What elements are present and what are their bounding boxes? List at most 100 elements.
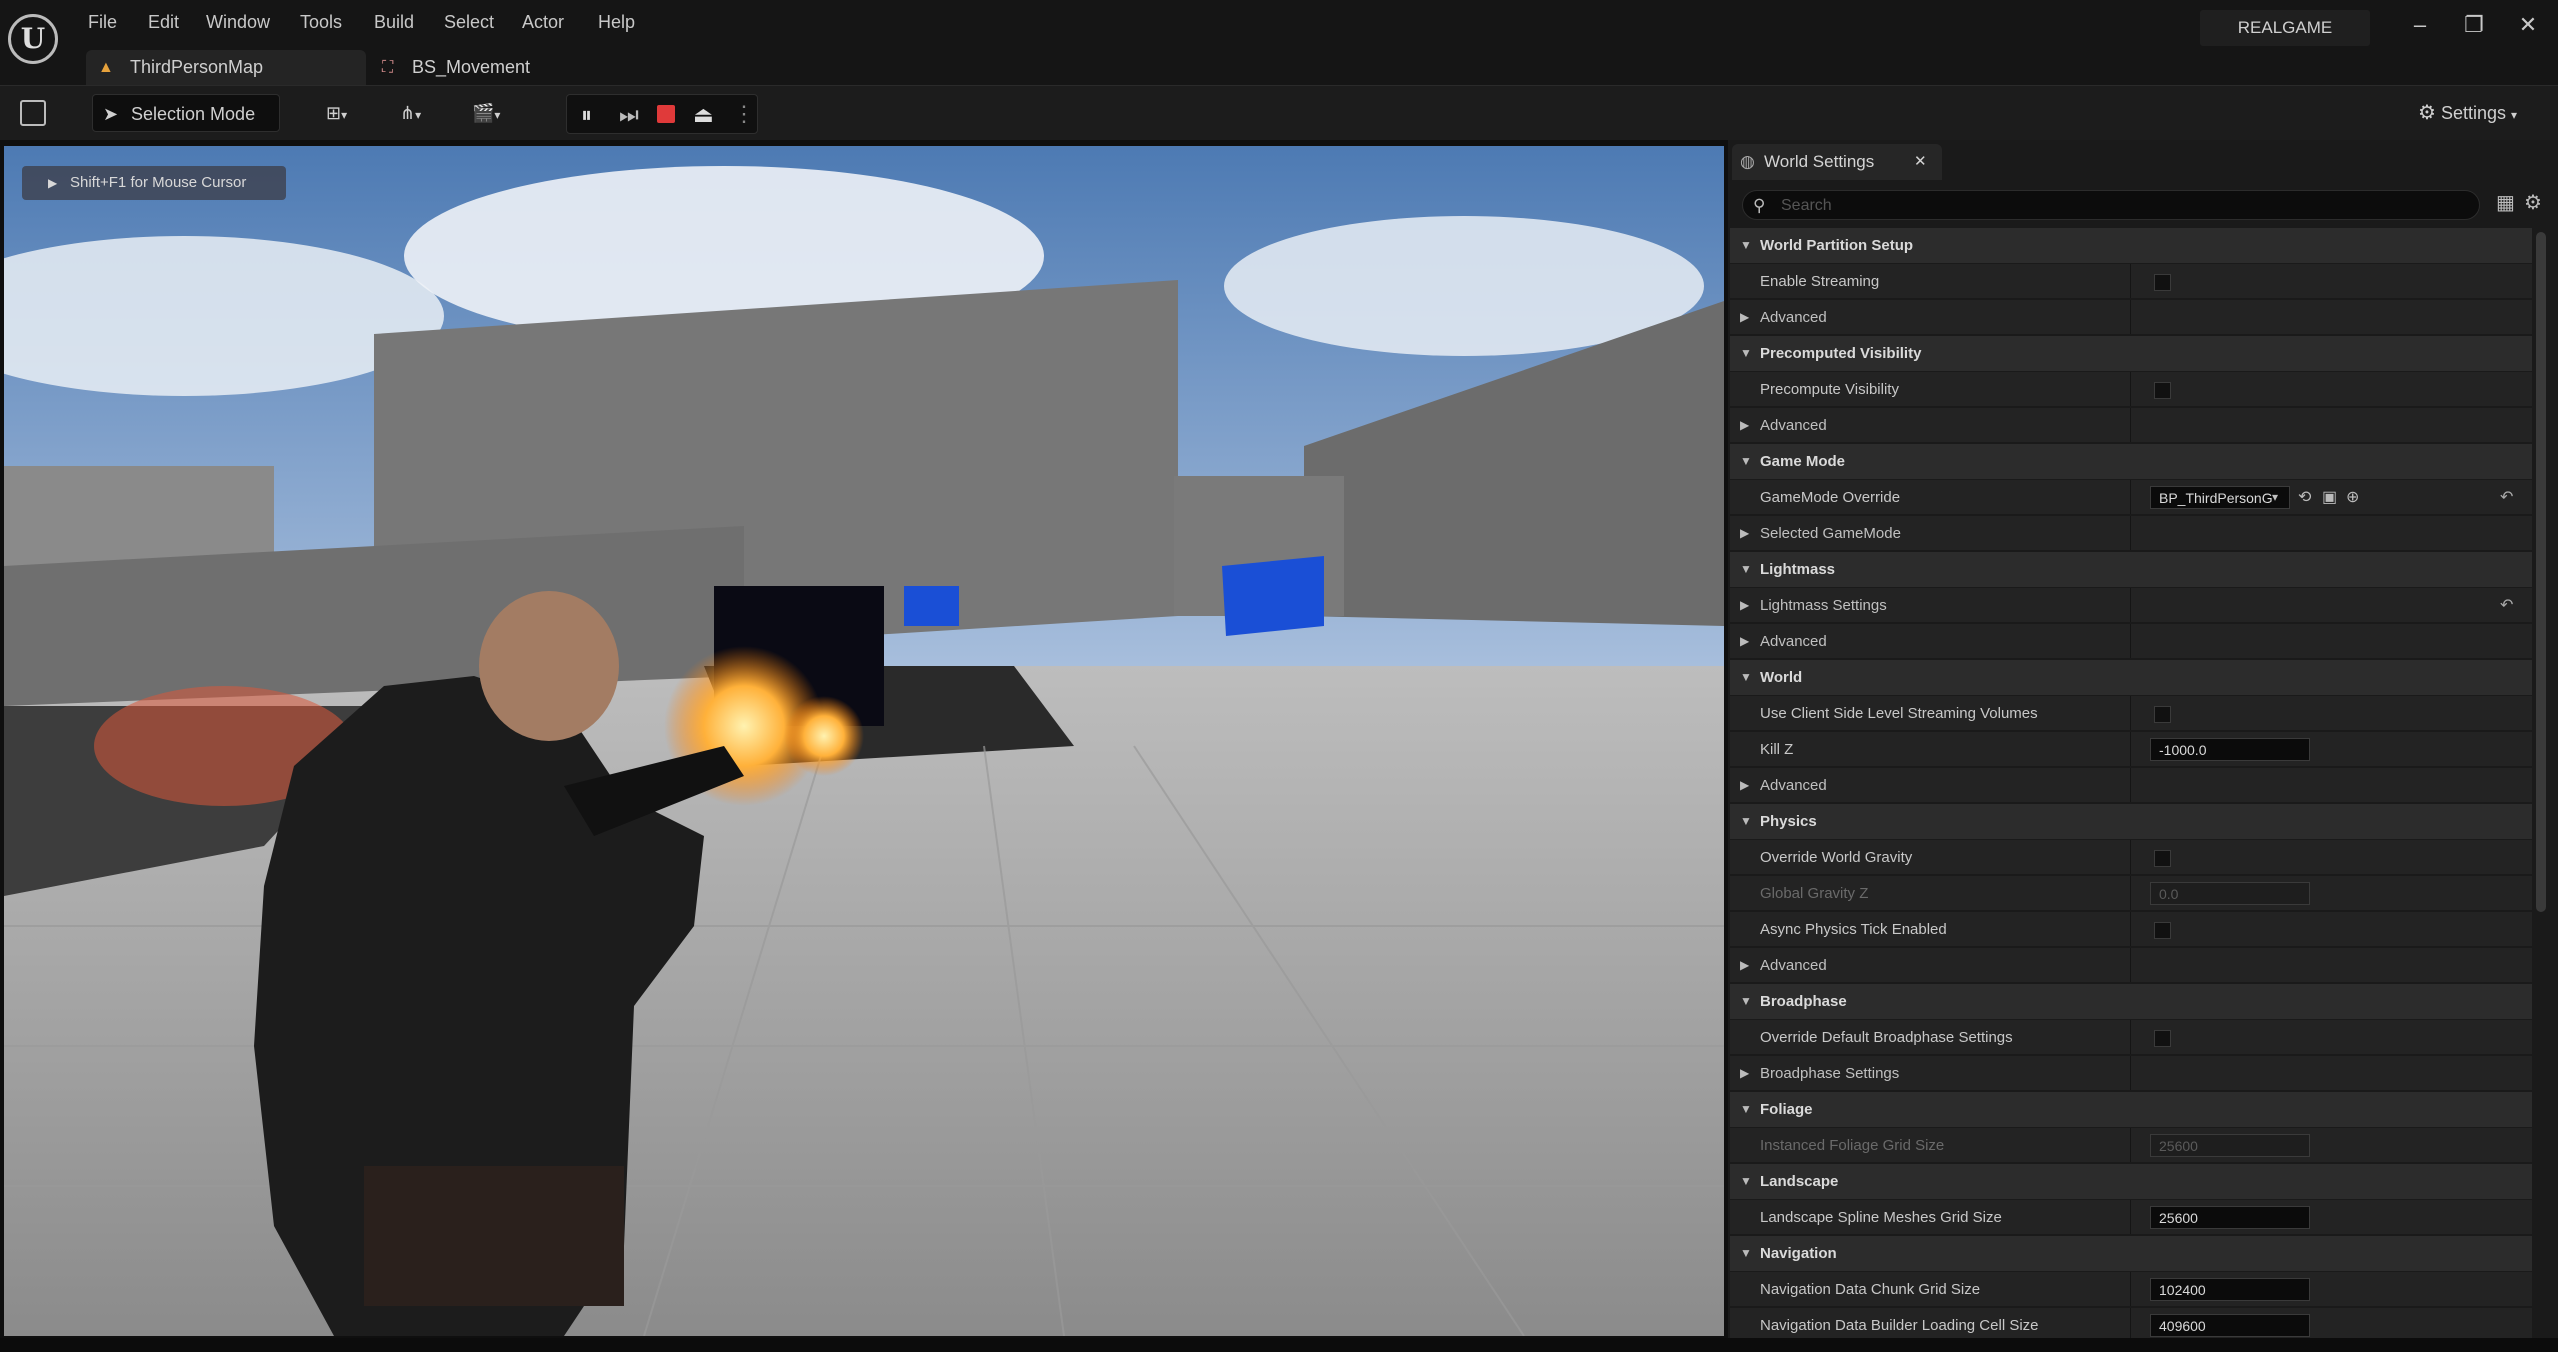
column-splitter[interactable] <box>2130 1020 2131 1054</box>
expand-right-icon[interactable]: ▶ <box>1740 408 1749 443</box>
value-field[interactable]: -1000.0 <box>2150 738 2310 761</box>
property-row[interactable]: ▶ Selected GameMode <box>1730 516 2532 551</box>
save-icon[interactable] <box>20 100 46 126</box>
column-splitter[interactable] <box>2130 696 2131 730</box>
add-actor-icon[interactable]: ⊞▾ <box>326 94 376 132</box>
menu-window[interactable]: Window <box>206 12 270 33</box>
value-field[interactable]: 102400 <box>2150 1278 2310 1301</box>
column-splitter[interactable] <box>2130 300 2131 334</box>
category-row[interactable]: ▼ Game Mode <box>1730 444 2532 479</box>
expand-down-icon[interactable]: ▼ <box>1740 984 1752 1019</box>
column-splitter[interactable] <box>2130 768 2131 802</box>
expand-down-icon[interactable]: ▼ <box>1740 228 1752 263</box>
checkbox[interactable] <box>2154 1030 2171 1047</box>
expand-down-icon[interactable]: ▼ <box>1740 552 1752 587</box>
column-splitter[interactable] <box>2130 480 2131 514</box>
property-row[interactable]: ▶ Broadphase Settings <box>1730 1056 2532 1091</box>
category-row[interactable]: ▼ World <box>1730 660 2532 695</box>
category-row[interactable]: ▼ Precomputed Visibility <box>1730 336 2532 371</box>
menu-select[interactable]: Select <box>444 12 494 33</box>
reset-to-default-icon[interactable]: ↶ <box>2500 588 2513 623</box>
expand-down-icon[interactable]: ▼ <box>1740 804 1752 839</box>
property-row[interactable]: ▶ Advanced <box>1730 948 2532 983</box>
checkbox[interactable] <box>2154 922 2171 939</box>
column-splitter[interactable] <box>2130 588 2131 622</box>
viewport-hint[interactable]: ▶ Shift+F1 for Mouse Cursor <box>22 166 286 200</box>
property-row[interactable]: ▶ Lightmass Settings ↶ <box>1730 588 2532 623</box>
tab-bs-movement[interactable]: ⛶ BS_Movement <box>372 50 592 85</box>
value-field[interactable]: 25600 <box>2150 1206 2310 1229</box>
expand-right-icon[interactable]: ▶ <box>1740 300 1749 335</box>
expand-right-icon[interactable]: ▶ <box>1740 948 1749 983</box>
property-row[interactable]: ▶ Advanced <box>1730 408 2532 443</box>
category-row[interactable]: ▼ Navigation <box>1730 1236 2532 1271</box>
category-row[interactable]: ▼ Broadphase <box>1730 984 2532 1019</box>
column-splitter[interactable] <box>2130 1128 2131 1162</box>
tab-thirdpersonmap[interactable]: ▲ ThirdPersonMap <box>86 50 366 85</box>
column-splitter[interactable] <box>2130 372 2131 406</box>
menu-file[interactable]: File <box>88 12 117 33</box>
more-options-icon[interactable]: ⋮ <box>733 101 755 127</box>
column-splitter[interactable] <box>2130 1200 2131 1234</box>
expand-down-icon[interactable]: ▼ <box>1740 336 1752 371</box>
reset-to-default-icon[interactable]: ↶ <box>2500 480 2513 515</box>
blueprint-icon[interactable]: ⋔▾ <box>400 94 450 132</box>
menu-tools[interactable]: Tools <box>300 12 342 33</box>
column-splitter[interactable] <box>2130 408 2131 442</box>
menu-edit[interactable]: Edit <box>148 12 179 33</box>
pause-icon[interactable]: ⏸ <box>581 102 592 128</box>
value-field[interactable]: 409600 <box>2150 1314 2310 1337</box>
level-viewport[interactable] <box>4 146 1724 1336</box>
expand-right-icon[interactable]: ▶ <box>1740 516 1749 551</box>
menu-help[interactable]: Help <box>598 12 635 33</box>
gamemode-dropdown[interactable]: BP_ThirdPersonG <box>2150 486 2290 509</box>
maximize-icon[interactable]: ❐ <box>2454 12 2494 38</box>
panel-scrollbar[interactable] <box>2536 232 2546 912</box>
gear-icon[interactable]: ⚙ <box>2524 190 2542 215</box>
minimize-icon[interactable]: – <box>2400 12 2440 38</box>
column-splitter[interactable] <box>2130 264 2131 298</box>
column-splitter[interactable] <box>2130 1056 2131 1090</box>
eject-icon[interactable]: ⏏ <box>693 102 714 128</box>
cinematics-icon[interactable]: 🎬▾ <box>472 94 524 132</box>
checkbox[interactable] <box>2154 706 2171 723</box>
column-splitter[interactable] <box>2130 516 2131 550</box>
expand-right-icon[interactable]: ▶ <box>1740 1056 1749 1091</box>
unreal-logo-icon[interactable]: U <box>8 14 58 64</box>
settings-button[interactable]: ⚙ Settings ▾ <box>2418 94 2538 132</box>
property-row[interactable]: ▶ Advanced <box>1730 624 2532 659</box>
tab-world-settings[interactable]: ◍ World Settings ✕ <box>1732 144 1942 180</box>
column-splitter[interactable] <box>2130 948 2131 982</box>
category-row[interactable]: ▼ World Partition Setup <box>1730 228 2532 263</box>
expand-right-icon[interactable]: ▶ <box>1740 588 1749 623</box>
menu-actor[interactable]: Actor <box>522 12 564 33</box>
column-splitter[interactable] <box>2130 732 2131 766</box>
table-view-icon[interactable]: ▦ <box>2496 190 2515 215</box>
category-row[interactable]: ▼ Lightmass <box>1730 552 2532 587</box>
browse-back-icon[interactable]: ⟲ <box>2298 480 2311 515</box>
checkbox[interactable] <box>2154 850 2171 867</box>
close-tab-icon[interactable]: ✕ <box>1914 144 1927 180</box>
expand-down-icon[interactable]: ▼ <box>1740 1236 1752 1271</box>
category-row[interactable]: ▼ Landscape <box>1730 1164 2532 1199</box>
expand-down-icon[interactable]: ▼ <box>1740 1164 1752 1199</box>
category-row[interactable]: ▼ Foliage <box>1730 1092 2532 1127</box>
expand-down-icon[interactable]: ▼ <box>1740 660 1752 695</box>
expand-right-icon[interactable]: ▶ <box>1740 624 1749 659</box>
expand-right-icon[interactable]: ▶ <box>1740 768 1749 803</box>
category-row[interactable]: ▼ Physics <box>1730 804 2532 839</box>
column-splitter[interactable] <box>2130 912 2131 946</box>
column-splitter[interactable] <box>2130 624 2131 658</box>
close-icon[interactable]: ✕ <box>2508 12 2548 38</box>
chevron-down-icon[interactable]: ▾ <box>2272 480 2278 515</box>
column-splitter[interactable] <box>2130 1308 2131 1342</box>
expand-down-icon[interactable]: ▼ <box>1740 444 1752 479</box>
add-icon[interactable]: ⊕ <box>2346 480 2359 515</box>
column-splitter[interactable] <box>2130 840 2131 874</box>
property-row[interactable]: ▶ Advanced <box>1730 300 2532 335</box>
checkbox[interactable] <box>2154 274 2171 291</box>
column-splitter[interactable] <box>2130 876 2131 910</box>
step-icon[interactable]: ⏭ <box>619 102 639 128</box>
stop-icon[interactable] <box>657 105 675 123</box>
checkbox[interactable] <box>2154 382 2171 399</box>
